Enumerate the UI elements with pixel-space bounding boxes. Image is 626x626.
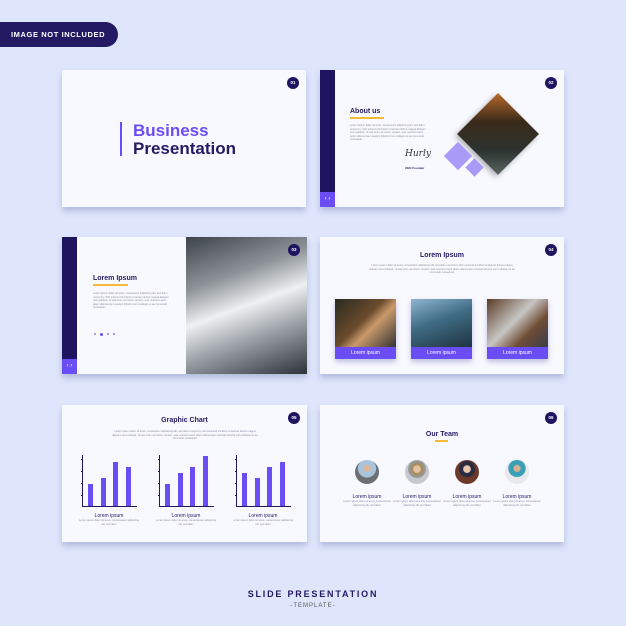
axis-tick (158, 459, 160, 461)
signature: Hurly (405, 149, 431, 159)
bar-chart (81, 455, 137, 507)
avatar (355, 460, 379, 484)
chart-bar (202, 456, 208, 506)
slide-title: Our Team (425, 431, 459, 438)
handshake-photo (487, 299, 548, 347)
axis-tick (158, 483, 160, 485)
dot-active[interactable] (100, 333, 103, 336)
team-member[interactable]: Lorem ipsum Lorem ipsum dolor sit amet, c… (492, 460, 542, 507)
chart-caption: Lorem ipsum Lorem ipsum dolor sit amet, c… (156, 513, 216, 526)
decor-diamond (465, 158, 484, 177)
watch-photo (335, 299, 396, 347)
dot[interactable] (107, 333, 109, 335)
slide-number: 04 (545, 244, 557, 256)
pagination-dots[interactable] (94, 333, 115, 336)
title-underline (93, 284, 128, 286)
building-photo (411, 299, 472, 347)
footer-title: SLIDE PRESENTATION (247, 589, 379, 599)
slide-text: Lorem ipsum dolor sit amet, consectetur … (369, 264, 515, 275)
slide-number: 06 (545, 412, 557, 424)
sidebar (320, 70, 335, 207)
member-text: Lorem ipsum dolor sit amet, consectetuer… (393, 500, 441, 507)
avatar (505, 460, 529, 484)
team-member[interactable]: Lorem ipsum Lorem ipsum dolor sit amet, c… (342, 460, 392, 507)
card-label: Lorem ipsum (487, 347, 548, 359)
sidebar (62, 237, 77, 374)
chart-text: Lorem ipsum dolor sit amet, consectetuer… (79, 519, 139, 526)
bar-chart (235, 455, 291, 507)
axis-tick (235, 459, 237, 461)
slide-number: 03 (288, 244, 300, 256)
slide-number: 05 (288, 412, 300, 424)
axis-tick (235, 483, 237, 485)
slide-title: Lorem Ipsum (420, 252, 464, 259)
slide-01[interactable]: 01 Business Presentation (62, 70, 306, 207)
chart-bar (88, 483, 93, 506)
about-title: About us (350, 108, 381, 115)
slide-title: Lorem Ipsum (93, 275, 137, 282)
title-bar (120, 122, 122, 156)
member-text: Lorem ipsum dolor sit amet, consectetuer… (443, 500, 491, 507)
team-member[interactable]: Lorem ipsum Lorem ipsum dolor sit amet, c… (442, 460, 492, 507)
chart-bar (190, 467, 195, 506)
chart-bar (242, 472, 247, 506)
member-text: Lorem ipsum dolor sit amet, consectetuer… (343, 500, 391, 507)
chart-bar (125, 467, 131, 506)
axis-tick (81, 471, 83, 473)
chart-text: Lorem ipsum dolor sit amet, consectetuer… (233, 519, 293, 526)
bar-chart (158, 455, 214, 507)
card-label: Lorem ipsum (411, 347, 472, 359)
axis-tick (158, 471, 160, 473)
about-text: Lorem ipsum dolor sit amet, consectetur … (350, 124, 426, 142)
title-underline (435, 440, 448, 442)
nav-arrows-button[interactable]: ‹ › (62, 359, 77, 374)
chart-bar (177, 472, 183, 506)
axis-tick (158, 495, 160, 497)
slide-03[interactable]: ‹ › 03 Lorem Ipsum Lorem ipsum dolor sit… (62, 237, 307, 374)
card[interactable]: Lorem ipsum (335, 299, 396, 359)
dot[interactable] (113, 333, 115, 335)
member-text: Lorem ipsum dolor sit amet, consectetuer… (493, 500, 541, 507)
axis-tick (81, 483, 83, 485)
slide-title: Graphic Chart (161, 417, 208, 424)
slide-04[interactable]: 04 Lorem Ipsum Lorem ipsum dolor sit ame… (320, 237, 564, 374)
chart-bar (165, 483, 170, 506)
avatar (405, 460, 429, 484)
chart-bar (254, 478, 260, 506)
slide-02[interactable]: ‹ › 02 About us Lorem ipsum dolor sit am… (320, 70, 564, 207)
axis-tick (81, 495, 83, 497)
chart-bar (100, 478, 106, 506)
role: CEO Founder (405, 166, 425, 170)
chart-bar (279, 461, 285, 506)
image-not-included-badge: IMAGE NOT INCLUDED (0, 22, 118, 47)
axis-tick (235, 495, 237, 497)
slide-text: Lorem ipsum dolor sit amet, consectetur … (93, 292, 169, 310)
team-member[interactable]: Lorem ipsum Lorem ipsum dolor sit amet, c… (392, 460, 442, 507)
title-line-2: Presentation (133, 139, 236, 158)
chart-caption: Lorem ipsum Lorem ipsum dolor sit amet, c… (233, 513, 293, 526)
card-label: Lorem ipsum (335, 347, 396, 359)
chart-bar (267, 467, 272, 506)
title-line-1: Business (133, 121, 209, 140)
card[interactable]: Lorem ipsum (411, 299, 472, 359)
slide-06[interactable]: 06 Our Team Lorem ipsum Lorem ipsum dolor… (320, 405, 564, 542)
buildings-photo (186, 237, 307, 374)
nav-arrows-button[interactable]: ‹ › (320, 192, 335, 207)
avatar (455, 460, 479, 484)
dot[interactable] (94, 333, 96, 335)
title-underline (350, 117, 384, 119)
footer-subtitle: -TEMPLATE- (290, 603, 336, 609)
card[interactable]: Lorem ipsum (487, 299, 548, 359)
chart-caption: Lorem ipsum Lorem ipsum dolor sit amet, c… (79, 513, 139, 526)
slide-number: 01 (287, 77, 299, 89)
slide-05[interactable]: 05 Graphic Chart Lorem ipsum dolor sit a… (62, 405, 307, 542)
chart-text: Lorem ipsum dolor sit amet, consectetuer… (156, 519, 216, 526)
chart-bar (113, 461, 118, 506)
axis-tick (235, 471, 237, 473)
slide-number: 02 (545, 77, 557, 89)
axis-tick (81, 459, 83, 461)
slide-text: Lorem ipsum dolor sit amet, consectetur … (112, 430, 258, 441)
